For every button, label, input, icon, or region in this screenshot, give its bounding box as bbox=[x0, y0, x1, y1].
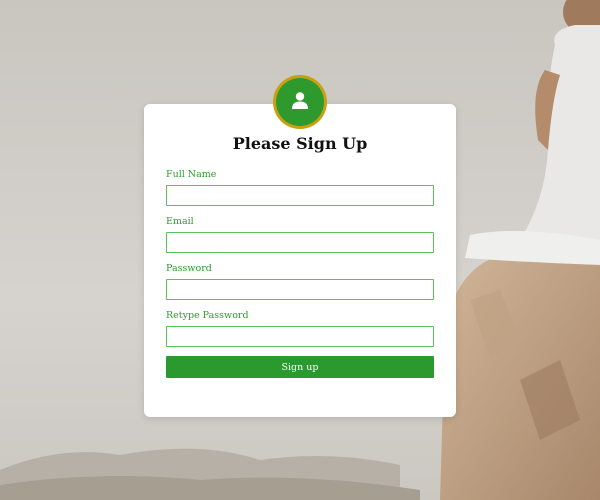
user-icon bbox=[290, 90, 310, 114]
full-name-field[interactable] bbox=[166, 185, 434, 206]
retype-password-label: Retype Password bbox=[166, 310, 249, 321]
password-field[interactable] bbox=[166, 279, 434, 300]
email-label: Email bbox=[166, 216, 194, 227]
full-name-label: Full Name bbox=[166, 169, 217, 180]
retype-password-field[interactable] bbox=[166, 326, 434, 347]
signup-card: Please Sign Up Full Name Email Password … bbox=[144, 104, 456, 417]
password-label: Password bbox=[166, 263, 212, 274]
email-field[interactable] bbox=[166, 232, 434, 253]
page-title: Please Sign Up bbox=[232, 134, 368, 153]
signup-button[interactable]: Sign up bbox=[166, 356, 434, 378]
avatar bbox=[273, 75, 327, 129]
avatar-circle bbox=[276, 78, 324, 126]
